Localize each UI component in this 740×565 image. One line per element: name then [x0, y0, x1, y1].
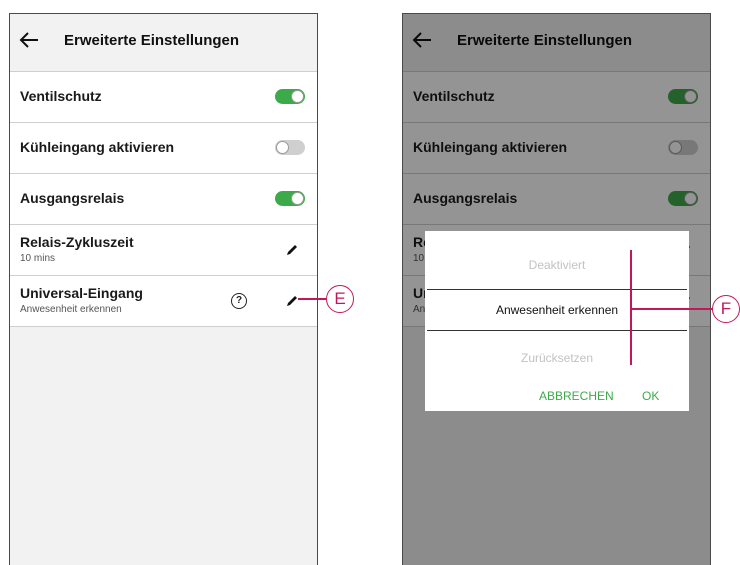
- ok-button[interactable]: OK: [642, 389, 659, 403]
- setting-label: Ventilschutz: [20, 88, 102, 104]
- toggle-knob: [291, 192, 304, 205]
- selection-divider-top: [427, 289, 687, 290]
- empty-area: [10, 327, 317, 565]
- callout-e: E: [326, 285, 354, 313]
- toggle-knob: [291, 90, 304, 103]
- ausgangsrelais-toggle[interactable]: [275, 191, 305, 206]
- setting-label: Relais-Zykluszeit: [20, 234, 134, 250]
- ventilschutz-toggle[interactable]: [275, 89, 305, 104]
- setting-value: Anwesenheit erkennen: [20, 304, 122, 315]
- option-deaktiviert[interactable]: Deaktiviert: [425, 258, 689, 272]
- callout-f: F: [712, 295, 740, 323]
- cancel-button[interactable]: ABBRECHEN: [539, 389, 614, 403]
- setting-row-relais-zykluszeit[interactable]: Relais-Zykluszeit 10 mins: [10, 225, 317, 276]
- selection-divider-bottom: [427, 330, 687, 331]
- universal-input-dialog: Deaktiviert Anwesenheit erkennen Zurücks…: [425, 231, 689, 411]
- page-title: Erweiterte Einstellungen: [64, 32, 240, 49]
- help-icon[interactable]: ?: [231, 293, 247, 309]
- edit-pencil-icon[interactable]: [285, 294, 299, 308]
- setting-row-ausgangsrelais[interactable]: Ausgangsrelais: [10, 174, 317, 225]
- edit-pencil-icon[interactable]: [285, 243, 299, 257]
- settings-screen-left: Erweiterte Einstellungen Ventilschutz Kü…: [9, 13, 318, 565]
- callout-line: [630, 308, 716, 310]
- setting-row-ventilschutz[interactable]: Ventilschutz: [10, 72, 317, 123]
- setting-label: Kühleingang aktivieren: [20, 139, 175, 155]
- toggle-knob: [276, 141, 289, 154]
- settings-screen-right: Erweiterte Einstellungen Ventilschutz Kü…: [402, 13, 711, 565]
- setting-row-kuehleingang[interactable]: Kühleingang aktivieren: [10, 123, 317, 174]
- option-zuruecksetzen[interactable]: Zurücksetzen: [425, 351, 689, 365]
- back-arrow-icon[interactable]: [18, 28, 40, 52]
- setting-row-universal-eingang[interactable]: Universal-Eingang Anwesenheit erkennen ?: [10, 276, 317, 327]
- callout-line: [298, 298, 326, 300]
- option-anwesenheit-erkennen[interactable]: Anwesenheit erkennen: [425, 303, 689, 317]
- setting-value: 10 mins: [20, 253, 56, 264]
- setting-label: Universal-Eingang: [20, 285, 143, 301]
- app-bar: Erweiterte Einstellungen: [10, 14, 317, 72]
- kuehleingang-toggle[interactable]: [275, 140, 305, 155]
- setting-label: Ausgangsrelais: [20, 190, 125, 206]
